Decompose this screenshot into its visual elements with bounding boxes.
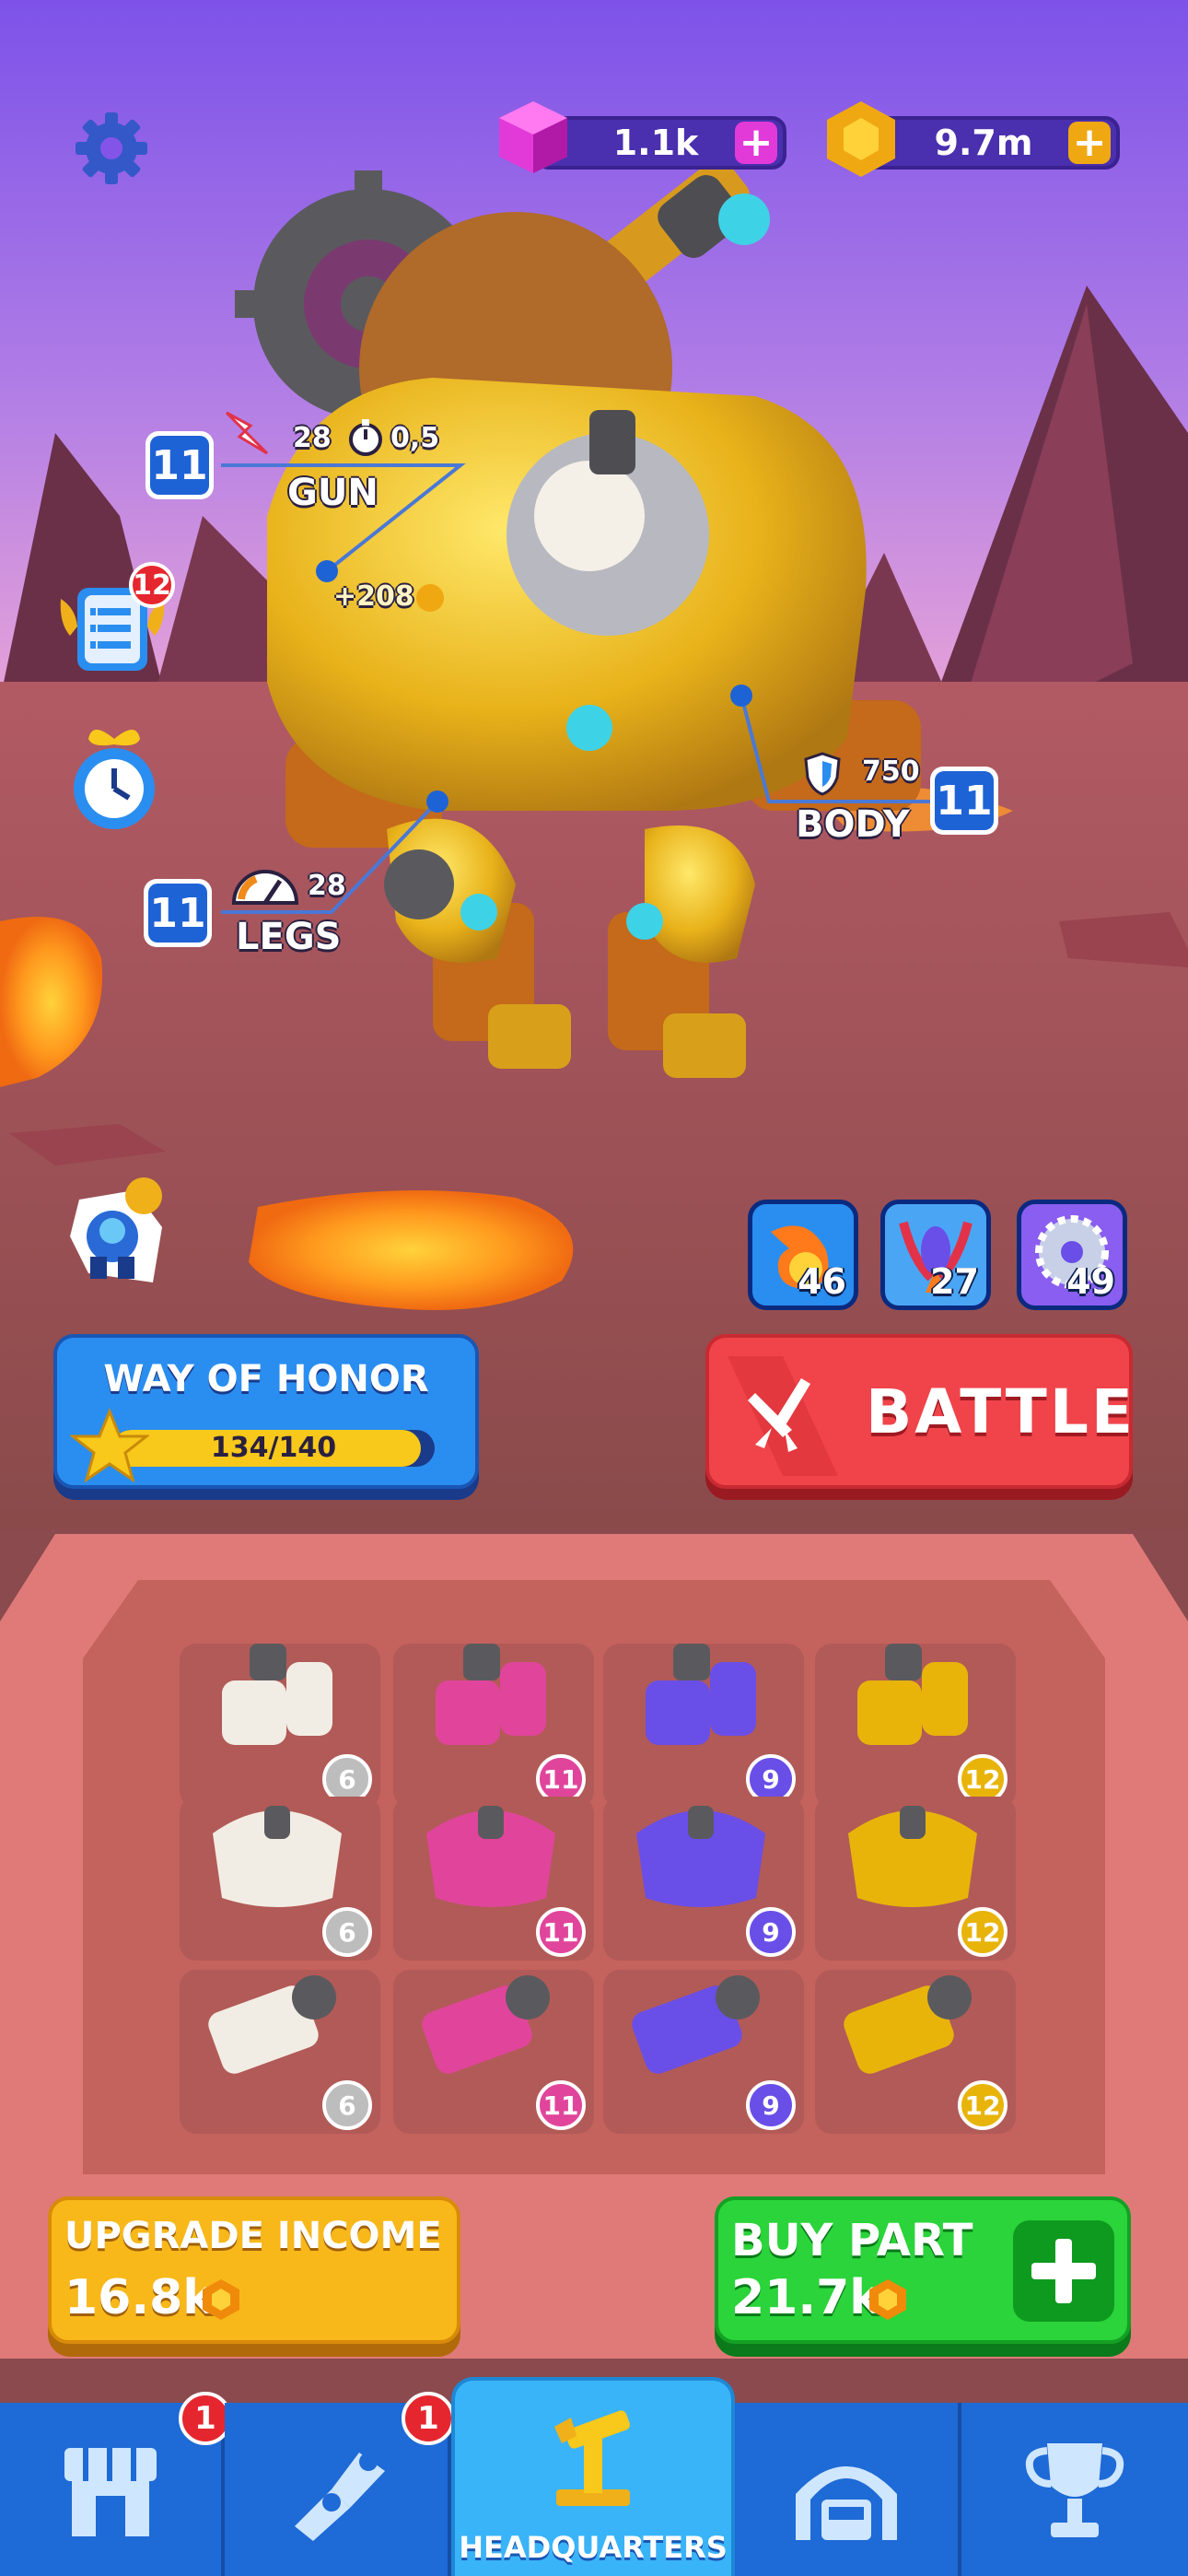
robot-part-icon: [848, 1806, 977, 1907]
headquarters-crane-icon: [554, 2410, 630, 2506]
headquarters-label: HEADQUARTERS: [459, 2530, 728, 2565]
tasks-badge: 12: [129, 562, 175, 608]
legs-level-badge[interactable]: 11: [144, 879, 212, 947]
plus-icon: [1013, 2220, 1114, 2322]
robot-part-icon: [426, 1806, 555, 1907]
robot-part-icon: [844, 1975, 972, 2074]
way-of-honor-button[interactable]: WAY OF HONOR 134/140: [53, 1334, 479, 1489]
nav-garage[interactable]: [735, 2403, 961, 2576]
settings-button[interactable]: [72, 109, 151, 188]
nav-leaderboard[interactable]: [961, 2403, 1188, 2576]
robot-part-icon: [857, 1644, 968, 1745]
part-level-badge: 6: [322, 1907, 372, 1957]
garage-icon: [796, 2466, 897, 2540]
gun-fire-rate: 0,5: [390, 422, 440, 454]
part-level-badge: 6: [322, 2080, 372, 2130]
robot-part-icon: [222, 1644, 332, 1745]
timer-icon: [346, 418, 385, 457]
robot-part-icon: [208, 1975, 336, 2074]
speedometer-icon: [228, 862, 302, 908]
part-level-badge: 12: [958, 2080, 1007, 2130]
ability-fireball[interactable]: 46: [748, 1200, 858, 1310]
part-level-badge: 9: [746, 1907, 796, 1957]
buy-part-label: BUY PART: [731, 2215, 973, 2266]
body-level-value: 11: [935, 771, 994, 830]
gear-icon: [76, 112, 147, 184]
way-of-honor-title: WAY OF HONOR: [103, 1358, 429, 1400]
legs-label: LEGS: [236, 916, 342, 958]
trophy-icon: [1025, 2443, 1124, 2537]
robot-part-icon: [422, 1975, 550, 2074]
body-label: BODY: [796, 803, 910, 846]
shop-icon: [64, 2448, 157, 2536]
ability-saw[interactable]: 49: [1017, 1200, 1127, 1310]
damage-icon: [223, 409, 271, 457]
upgrades-badge: 1: [402, 2392, 455, 2445]
buy-part-price: 21.7k: [731, 2270, 881, 2325]
coin-icon-small: [416, 584, 444, 612]
tasks-badge-count: 12: [133, 568, 171, 602]
robot-avatar-icon: [70, 1177, 162, 1282]
legs-speed: 28: [308, 870, 346, 902]
upgrade-income-price: 16.8k: [64, 2270, 215, 2325]
body-level-badge[interactable]: 11: [930, 767, 998, 835]
gun-label: GUN: [287, 472, 379, 514]
add-gems-label: +: [739, 119, 774, 166]
honor-progress-text: 134/140: [210, 1432, 337, 1464]
ability-missiles[interactable]: 27: [880, 1200, 991, 1310]
honor-progress-bar: 134/140: [112, 1430, 435, 1467]
coin-icon: [820, 98, 903, 181]
part-level-badge: 9: [746, 2080, 796, 2130]
ability-saw-value: 49: [1066, 1261, 1115, 1302]
robot-part-icon: [632, 1975, 760, 2074]
coins-value: 9.7m: [934, 123, 1033, 163]
shop-badge-count: 1: [194, 2400, 216, 2437]
buy-part-button[interactable]: BUY PART 21.7k: [715, 2196, 1131, 2344]
add-coins-label: +: [1072, 119, 1107, 166]
gift-clock-icon: [74, 730, 155, 829]
battle-button[interactable]: BATTLE: [705, 1334, 1133, 1489]
rockets-icon: [728, 1356, 838, 1476]
gun-level-value: 11: [150, 436, 209, 495]
battle-label: BATTLE: [866, 1376, 1136, 1447]
coin-icon-small: [869, 2279, 906, 2320]
part-level-badge: 11: [536, 1907, 586, 1957]
robot-part-icon: [436, 1644, 546, 1745]
ability-missiles-value: 27: [930, 1261, 979, 1302]
robot-skin-button[interactable]: [61, 1172, 181, 1292]
gem-icon: [494, 98, 573, 177]
part-level-badge: 11: [536, 2080, 586, 2130]
upgrade-income-button[interactable]: UPGRADE INCOME 16.8k: [48, 2196, 460, 2344]
legs-level-value: 11: [148, 884, 207, 943]
timed-gift-button[interactable]: [66, 720, 162, 831]
add-coins-button[interactable]: +: [1068, 122, 1111, 164]
ability-fireball-value: 46: [798, 1261, 846, 1302]
gun-income: +208: [333, 580, 414, 613]
gun-level-badge[interactable]: 11: [146, 431, 214, 499]
robot-arm-icon: [295, 2453, 385, 2541]
part-level-badge: 12: [958, 1907, 1007, 1957]
robot-part-icon: [213, 1806, 342, 1907]
gems-value: 1.1k: [612, 123, 699, 163]
nav-headquarters[interactable]: HEADQUARTERS: [451, 2377, 735, 2576]
star-icon: [70, 1408, 149, 1483]
robot-part-icon: [636, 1806, 765, 1907]
add-gems-button[interactable]: +: [735, 122, 777, 164]
armor-icon: [803, 752, 842, 796]
upgrades-badge-count: 1: [417, 2400, 439, 2437]
coin-icon-small: [203, 2279, 239, 2320]
gun-damage: 28: [293, 422, 332, 454]
robot-part-icon: [646, 1644, 756, 1745]
body-armor: 750: [862, 755, 920, 788]
upgrade-income-label: UPGRADE INCOME: [64, 2215, 442, 2257]
